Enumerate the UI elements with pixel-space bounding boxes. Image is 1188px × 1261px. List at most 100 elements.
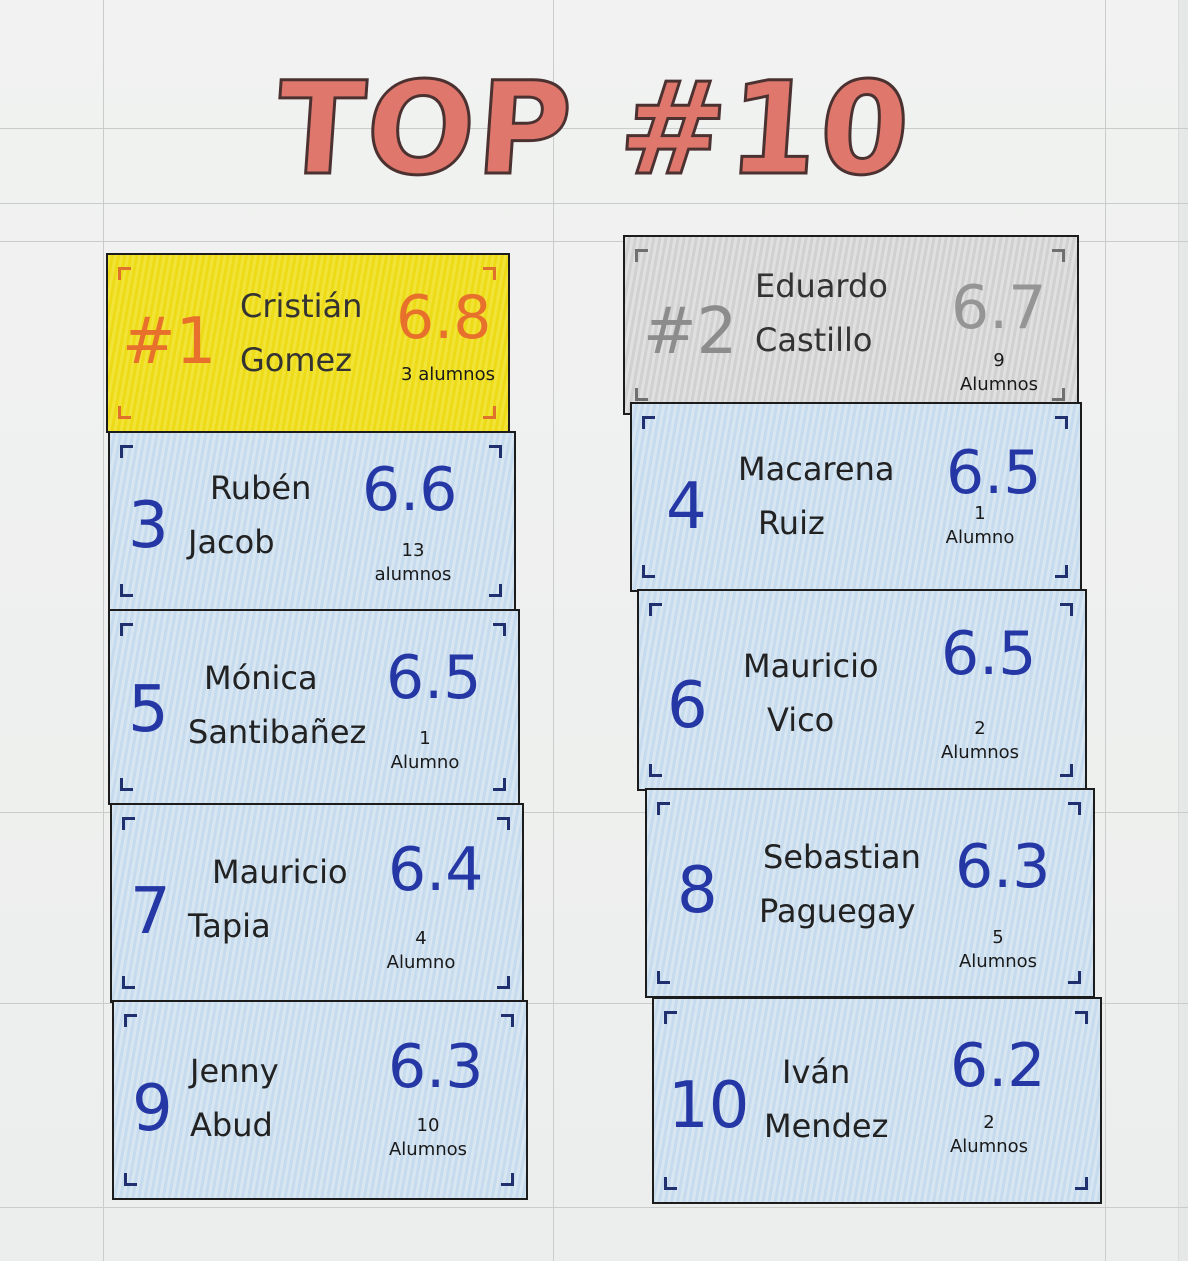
corner-mark [120,623,133,636]
corner-mark [642,416,655,429]
rank-number: #1 [122,305,217,379]
count-number: 5 [992,927,1004,948]
corner-mark [124,1014,137,1027]
corner-mark [657,802,670,815]
student-count: 10 Alumnos [380,1114,476,1162]
count-label: Alumno [390,752,460,773]
student-count: 1 Alumno [938,502,1022,550]
corner-mark [635,249,648,262]
count-number: 1 [419,728,431,749]
ranking-card: #2 Eduardo Castillo 6.7 9 Alumnos [623,235,1079,415]
rank-number: 3 [128,489,169,563]
corner-mark [120,584,133,597]
student-name: Mauricio Vico [743,639,879,747]
ranking-card: 6 Mauricio Vico 6.5 2 Alumnos [637,589,1087,791]
student-count: 1 Alumno [382,727,468,775]
student-count: 13 alumnos [368,539,458,587]
corner-mark [635,388,648,401]
corner-mark [649,603,662,616]
last-name: Abud [190,1106,273,1144]
ranking-card: 10 Iván Mendez 6.2 2 Alumnos [652,997,1102,1204]
ranking-card: 9 Jenny Abud 6.3 10 Alumnos [112,1000,528,1200]
corner-mark [497,817,510,830]
corner-mark [1075,1177,1088,1190]
last-name: Santibañez [188,713,367,751]
student-name: Mauricio Tapia [188,845,348,953]
corner-mark [124,1173,137,1186]
score: 6.4 [388,835,484,905]
corner-mark [501,1173,514,1186]
student-name: Macarena Ruiz [738,442,894,550]
rank-number: 7 [130,875,171,949]
corner-mark [118,406,131,419]
count-number: 13 [401,540,425,561]
ranking-card: 7 Mauricio Tapia 6.4 4 Alumno [110,803,524,1003]
corner-mark [657,971,670,984]
corner-mark [493,778,506,791]
ranking-card: 5 Mónica Santibañez 6.5 1 Alumno [108,609,520,805]
ranking-card: 3 Rubén Jacob 6.6 13 alumnos [108,431,516,611]
last-name: Jacob [188,523,275,561]
student-count: 5 Alumnos [953,926,1043,974]
count-number: 10 [416,1115,440,1136]
score: 6.5 [386,643,482,713]
first-name: Jenny [190,1052,279,1090]
score: 6.6 [362,455,458,525]
corner-mark [649,764,662,777]
corner-mark [483,267,496,280]
guide-line [0,1207,1188,1208]
corner-mark [642,565,655,578]
student-count: 3 alumnos [398,363,498,387]
student-name: Iván Mendez [764,1045,888,1153]
first-name: Mónica [204,659,318,697]
page-title: TOP #10 [270,54,917,206]
score: 6.3 [388,1032,484,1102]
student-name: Jenny Abud [190,1044,279,1152]
corner-mark [489,584,502,597]
last-name: Paguegay [759,892,916,930]
first-name: Sebastian [763,838,921,876]
ranking-card: 8 Sebastian Paguegay 6.3 5 Alumnos [645,788,1095,998]
first-name: Mauricio [212,853,348,891]
rank-number: #2 [643,295,738,369]
student-name: Rubén Jacob [188,461,311,569]
student-name: Eduardo Castillo [755,259,888,367]
count-number: 2 [974,718,986,739]
corner-mark [118,267,131,280]
last-name: Vico [767,701,835,739]
corner-mark [120,778,133,791]
corner-mark [1060,764,1073,777]
rank-number: 10 [668,1069,750,1143]
count-number: 1 [974,503,986,524]
rank-number: 4 [666,470,707,544]
corner-mark [493,623,506,636]
rank-number: 5 [128,673,169,747]
corner-mark [1068,971,1081,984]
last-name: Gomez [240,341,353,379]
score: 6.5 [946,438,1042,508]
rank-number: 9 [132,1072,173,1146]
first-name: Macarena [738,450,895,488]
corner-mark [1052,388,1065,401]
count-label: Alumnos [959,374,1039,395]
last-name: Mendez [764,1107,889,1145]
score: 6.3 [955,832,1051,902]
last-name: Tapia [188,907,271,945]
student-count: 2 Alumnos [944,1111,1034,1159]
corner-mark [122,817,135,830]
count-number: 2 [983,1112,995,1133]
corner-mark [1060,603,1073,616]
student-name: Cristián Gomez [240,279,362,387]
score: 6.8 [396,283,492,353]
count-label: Alumnos [949,1136,1029,1157]
rank-number: 8 [677,854,718,928]
corner-mark [664,1177,677,1190]
corner-mark [501,1014,514,1027]
corner-mark [489,445,502,458]
student-count: 4 Alumno [378,927,464,975]
count-label: Alumnos [940,742,1020,763]
corner-mark [122,976,135,989]
last-name: Castillo [755,321,873,359]
corner-mark [1075,1011,1088,1024]
count-label: Alumnos [958,951,1038,972]
